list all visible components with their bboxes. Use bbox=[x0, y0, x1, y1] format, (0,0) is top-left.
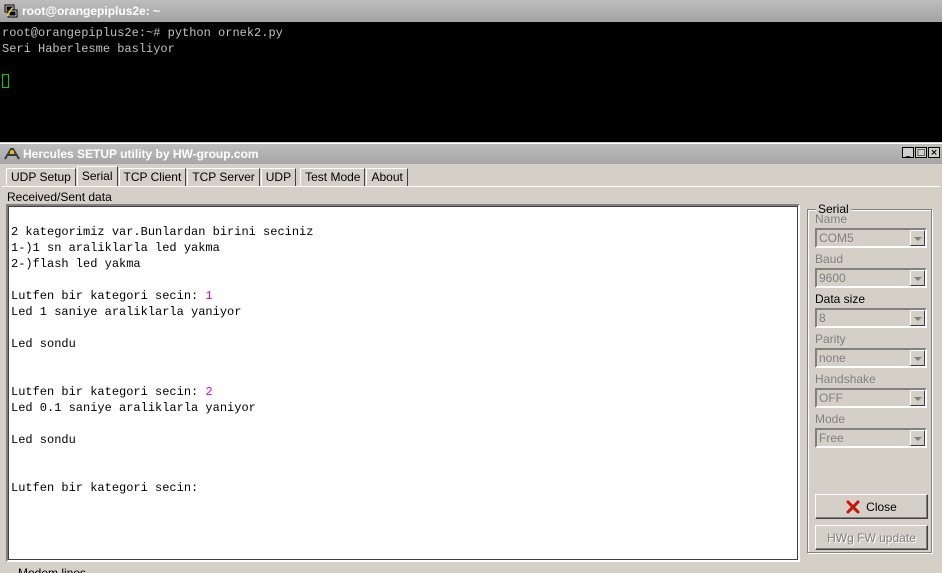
tab-test-mode[interactable]: Test Mode bbox=[300, 168, 366, 186]
terminal-line: Seri Haberlesme basliyor bbox=[2, 42, 175, 56]
received-sent-label: Received/Sent data bbox=[7, 190, 112, 204]
handshake-select[interactable]: OFF bbox=[815, 388, 927, 408]
text-cursor bbox=[2, 73, 9, 88]
received-line: 2-)flash led yakma bbox=[11, 257, 141, 271]
chevron-down-icon[interactable] bbox=[910, 390, 925, 406]
hercules-window[interactable]: Hercules SETUP utility by HW-group.com _… bbox=[0, 143, 942, 573]
tab-udp-setup[interactable]: UDP Setup bbox=[6, 168, 76, 186]
name-value: COM5 bbox=[819, 231, 854, 245]
minimize-button[interactable]: _ bbox=[902, 147, 914, 158]
data-size-value: 8 bbox=[819, 311, 826, 325]
close-x-icon bbox=[846, 500, 860, 513]
putty-icon bbox=[4, 4, 18, 18]
terminal-title-text: root@orangepiplus2e: ~ bbox=[22, 4, 161, 18]
received-line: Lutfen bir kategori secin: bbox=[11, 481, 199, 495]
baud-label: Baud bbox=[815, 252, 844, 266]
received-line: Led sondu bbox=[11, 433, 76, 447]
name-label: Name bbox=[815, 212, 848, 226]
tab-divider bbox=[2, 186, 940, 187]
chevron-down-icon[interactable] bbox=[910, 270, 925, 286]
tab-about[interactable]: About bbox=[366, 168, 408, 186]
terminal-line: root@orangepiplus2e:~# python ornek2.py bbox=[2, 26, 283, 40]
received-sent-textarea[interactable]: 2 kategorimiz var.Bunlardan birini secin… bbox=[6, 204, 800, 562]
terminal-output[interactable]: root@orangepiplus2e:~# python ornek2.py … bbox=[2, 25, 283, 89]
tab-tcp-client[interactable]: TCP Client bbox=[118, 168, 187, 186]
received-line: Led 0.1 saniye araliklarla yaniyor bbox=[11, 401, 256, 415]
parity-select[interactable]: none bbox=[815, 348, 927, 368]
parity-value: none bbox=[819, 351, 846, 365]
tab-serial[interactable]: Serial bbox=[76, 166, 118, 186]
chevron-down-icon[interactable] bbox=[910, 430, 925, 446]
terminal-cursor-line bbox=[2, 73, 283, 89]
hercules-app-icon bbox=[4, 148, 20, 160]
maximize-button[interactable]: □ bbox=[915, 147, 927, 158]
close-port-button[interactable]: Close bbox=[815, 494, 928, 519]
chevron-down-icon[interactable] bbox=[910, 230, 925, 246]
received-line: Lutfen bir kategori secin: 2 bbox=[11, 385, 213, 399]
sent-value: 1 bbox=[205, 289, 213, 303]
hercules-title-bar[interactable]: Hercules SETUP utility by HW-group.com _… bbox=[0, 144, 942, 164]
tab-bar: UDP Setup Serial TCP Client TCP Server U… bbox=[6, 166, 409, 186]
tab-udp[interactable]: UDP bbox=[260, 168, 297, 186]
terminal-window[interactable]: root@orangepiplus2e: ~ root@orangepiplus… bbox=[0, 0, 942, 142]
hercules-title-text: Hercules SETUP utility by HW-group.com bbox=[23, 147, 259, 161]
window-controls: _ □ × bbox=[902, 147, 940, 158]
baud-select[interactable]: 9600 bbox=[815, 268, 927, 288]
data-size-select[interactable]: 8 bbox=[815, 308, 927, 328]
mode-select[interactable]: Free bbox=[815, 428, 927, 448]
handshake-value: OFF bbox=[819, 391, 843, 405]
received-line: 2 kategorimiz var.Bunlardan birini secin… bbox=[11, 225, 314, 239]
chevron-down-icon[interactable] bbox=[910, 310, 925, 326]
sent-value: 2 bbox=[205, 385, 213, 399]
terminal-title-bar[interactable]: root@orangepiplus2e: ~ bbox=[0, 0, 942, 22]
chevron-down-icon[interactable] bbox=[910, 350, 925, 366]
mode-label: Mode bbox=[815, 412, 846, 426]
received-line: Lutfen bir kategori secin: 1 bbox=[11, 289, 213, 303]
close-window-button[interactable]: × bbox=[928, 147, 940, 158]
received-line: Led sondu bbox=[11, 337, 76, 351]
hwg-fw-update-button[interactable]: HWg FW update bbox=[815, 525, 928, 550]
mode-value: Free bbox=[819, 431, 844, 445]
close-button-label: Close bbox=[866, 499, 897, 514]
parity-label: Parity bbox=[815, 332, 846, 346]
data-size-label: Data size bbox=[815, 292, 866, 306]
baud-value: 9600 bbox=[819, 271, 846, 285]
name-select[interactable]: COM5 bbox=[815, 228, 927, 248]
tab-tcp-server[interactable]: TCP Server bbox=[187, 168, 260, 186]
fw-update-label: HWg FW update bbox=[827, 530, 916, 545]
received-line: Led 1 saniye araliklarla yaniyor bbox=[11, 305, 242, 319]
received-line: 1-)1 sn araliklarla led yakma bbox=[11, 241, 220, 255]
handshake-label: Handshake bbox=[815, 372, 876, 386]
